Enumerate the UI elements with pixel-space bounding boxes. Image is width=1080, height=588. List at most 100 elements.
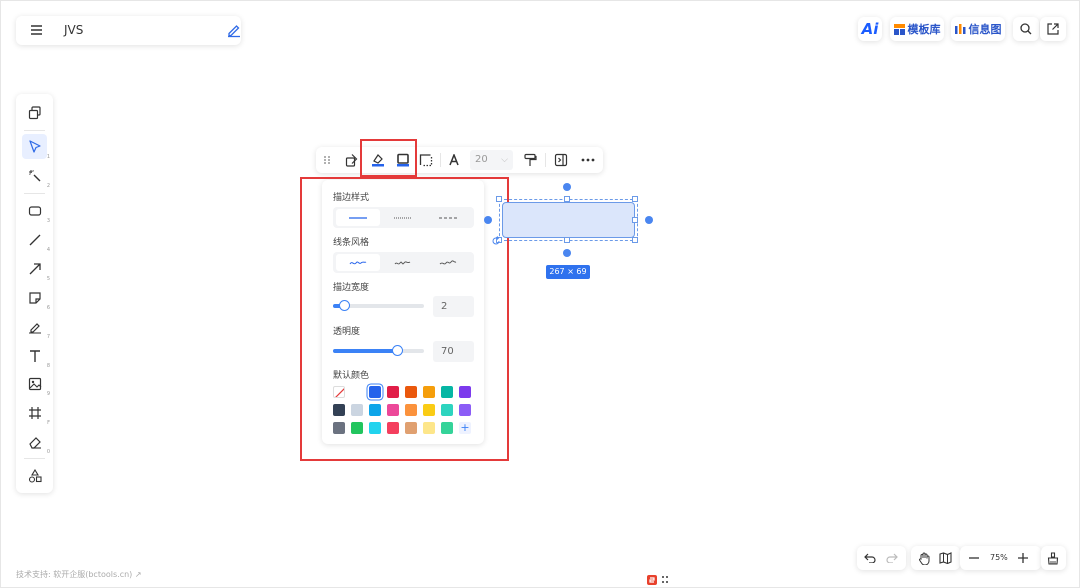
tool-pen[interactable]: 7 <box>22 314 50 340</box>
tool-text[interactable]: 8 <box>22 343 50 369</box>
templates-label: 模板库 <box>907 23 941 36</box>
toolbar-divider <box>440 153 441 167</box>
panel-toggle-button[interactable] <box>552 151 570 169</box>
toolbar-divider <box>24 193 45 194</box>
layers-icon <box>28 105 42 120</box>
tool-select[interactable]: 1 <box>22 134 50 160</box>
resize-handle[interactable] <box>564 237 570 243</box>
rename-icon[interactable] <box>226 22 242 38</box>
tool-key: 8 <box>46 363 50 369</box>
ai-label: Ai <box>861 20 879 38</box>
tool-key: 6 <box>46 305 50 311</box>
laser-pointer-icon <box>28 169 42 183</box>
minimap-button[interactable] <box>937 550 953 566</box>
font-size-value: 20 <box>475 154 488 165</box>
dashed-corner-icon <box>419 153 433 167</box>
rectangle-shape[interactable] <box>502 202 635 238</box>
tool-key: 7 <box>46 334 50 340</box>
map-icon <box>938 552 952 564</box>
view-tools <box>911 546 960 570</box>
connector-point[interactable] <box>563 183 571 191</box>
tool-key: F <box>47 420 50 426</box>
tool-key: 3 <box>46 218 50 224</box>
minus-icon <box>968 552 980 564</box>
shape-type-button[interactable] <box>343 151 361 169</box>
infographic-button[interactable]: 信息图 <box>951 17 1005 41</box>
shapes-icon <box>345 153 359 167</box>
tool-key: 4 <box>46 247 50 253</box>
footer-credit[interactable]: 技术支持: 软开企服(bctools.cn) ↗ <box>16 569 142 580</box>
tool-key: 2 <box>46 183 50 189</box>
pen-icon <box>28 320 42 334</box>
tool-key: 9 <box>46 391 50 397</box>
app-frame <box>0 0 1080 588</box>
document-title[interactable]: JVS <box>64 23 83 37</box>
highlight-box <box>300 177 509 461</box>
templates-button[interactable]: 模板库 <box>890 17 944 41</box>
chevron-down-icon: ⌵ <box>501 155 508 165</box>
drag-handle-icon[interactable] <box>320 151 334 169</box>
tool-key: 5 <box>46 276 50 282</box>
broom-icon <box>1045 550 1061 566</box>
tool-image[interactable]: 9 <box>22 371 50 397</box>
zoom-out-button[interactable] <box>966 550 982 566</box>
tool-shapes[interactable] <box>22 463 47 488</box>
resize-handle[interactable] <box>564 196 570 202</box>
highlight-box <box>360 139 417 177</box>
frame-icon <box>28 406 42 420</box>
cursor-icon <box>28 139 42 154</box>
history-controls <box>857 546 906 570</box>
clean-canvas-button[interactable] <box>1041 546 1066 570</box>
zoom-controls: 75% <box>960 546 1041 570</box>
connector-point[interactable] <box>645 216 653 224</box>
tool-eraser[interactable]: 0 <box>22 429 50 455</box>
tool-key: 1 <box>46 154 50 160</box>
more-icon <box>581 158 595 162</box>
tool-layers[interactable] <box>22 100 47 125</box>
tool-sticky-note[interactable]: 6 <box>22 285 50 311</box>
ai-button[interactable]: Ai <box>858 17 882 41</box>
connector-point[interactable] <box>484 216 492 224</box>
undo-icon <box>864 553 876 563</box>
templates-icon <box>893 23 905 35</box>
zoom-in-button[interactable] <box>1015 550 1031 566</box>
format-painter-icon <box>523 153 537 167</box>
sidebar-icon <box>554 153 568 167</box>
resize-handle[interactable] <box>632 217 638 223</box>
redo-icon <box>886 553 898 563</box>
border-button[interactable] <box>417 151 435 169</box>
tool-laser[interactable]: 2 <box>22 163 50 189</box>
eraser-icon <box>28 435 42 449</box>
app-logo-icon <box>647 574 671 586</box>
rotate-icon[interactable] <box>491 236 501 246</box>
resize-handle[interactable] <box>632 237 638 243</box>
tool-line[interactable]: 4 <box>22 227 50 253</box>
arrow-icon <box>28 262 42 276</box>
connector-point[interactable] <box>563 249 571 257</box>
rectangle-icon <box>28 204 42 218</box>
text-icon <box>28 349 42 363</box>
text-style-button[interactable] <box>445 151 463 169</box>
font-size-select[interactable]: 20 ⌵ <box>470 150 513 170</box>
tool-frame[interactable]: F <box>22 400 50 426</box>
zoom-level[interactable]: 75% <box>990 553 1008 562</box>
redo-button[interactable] <box>884 550 900 566</box>
format-painter-button[interactable] <box>521 151 539 169</box>
document-bar: JVS <box>16 16 241 45</box>
menu-icon[interactable] <box>30 24 43 36</box>
search-button[interactable] <box>1013 17 1039 41</box>
infographic-label: 信息图 <box>968 23 1002 36</box>
resize-handle[interactable] <box>496 196 502 202</box>
toolbar-divider <box>545 153 546 167</box>
toolbar-divider <box>24 458 45 459</box>
tool-arrow[interactable]: 5 <box>22 256 50 282</box>
tool-rectangle[interactable]: 3 <box>22 198 50 224</box>
shapes-icon <box>28 468 42 483</box>
share-button[interactable] <box>1040 17 1066 41</box>
resize-handle[interactable] <box>632 196 638 202</box>
pan-button[interactable] <box>916 550 932 566</box>
more-options-button[interactable] <box>579 151 597 169</box>
share-icon <box>1047 23 1059 35</box>
image-icon <box>28 377 42 391</box>
undo-button[interactable] <box>862 550 878 566</box>
